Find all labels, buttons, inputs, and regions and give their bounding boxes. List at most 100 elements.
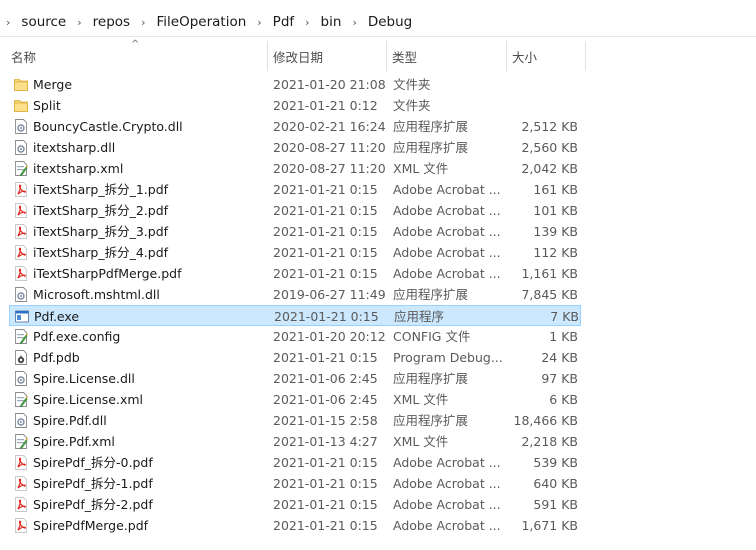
pdf-icon bbox=[14, 455, 28, 470]
breadcrumb-item-pdf[interactable]: Pdf bbox=[271, 14, 296, 30]
breadcrumb: › source › repos › FileOperation › Pdf ›… bbox=[0, 11, 756, 33]
chevron-right-icon[interactable]: › bbox=[0, 16, 19, 29]
breadcrumb-item-source[interactable]: source bbox=[19, 14, 68, 30]
file-row[interactable]: BouncyCastle.Crypto.dll 2020-02-21 16:24 应… bbox=[9, 116, 581, 137]
column-header-type-label: 类型 bbox=[392, 49, 418, 65]
file-size: 161 KB bbox=[533, 182, 578, 197]
file-type: Adobe Acrobat ... bbox=[393, 455, 501, 470]
file-date: 2021-01-21 0:15 bbox=[273, 182, 378, 197]
dll-icon bbox=[14, 371, 28, 386]
file-row[interactable]: itextsharp.dll 2020-08-27 11:20 应用程序扩展 2,56… bbox=[9, 137, 581, 158]
file-name: Split bbox=[33, 98, 61, 113]
file-row[interactable]: SpirePdf_拆分-1.pdf 2021-01-21 0:15 Adobe Ac… bbox=[9, 473, 581, 494]
column-header-name[interactable]: 名称 bbox=[6, 41, 268, 71]
chevron-right-icon[interactable]: › bbox=[296, 16, 318, 29]
file-type: 应用程序扩展 bbox=[393, 371, 469, 386]
file-date: 2021-01-20 21:08 bbox=[273, 77, 386, 92]
file-size: 640 KB bbox=[533, 476, 578, 491]
file-name: Spire.Pdf.xml bbox=[33, 434, 115, 449]
file-row[interactable]: SpirePdf_拆分-0.pdf 2021-01-21 0:15 Adobe Ac… bbox=[9, 452, 581, 473]
file-name: Pdf.exe.config bbox=[33, 329, 121, 344]
file-type: Adobe Acrobat ... bbox=[393, 224, 501, 239]
file-type: Program Debug... bbox=[393, 350, 503, 365]
chevron-right-icon[interactable]: › bbox=[68, 16, 90, 29]
breadcrumb-item-debug[interactable]: Debug bbox=[366, 14, 414, 30]
file-type: XML 文件 bbox=[393, 434, 449, 449]
dll-icon bbox=[14, 413, 28, 428]
file-row[interactable]: Pdf.exe.config 2021-01-20 20:12 CONFIG 文件 1… bbox=[9, 326, 581, 347]
file-row[interactable]: Spire.License.xml 2021-01-06 2:45 XML 文件 6 … bbox=[9, 389, 581, 410]
file-row[interactable]: Pdf.pdb 2021-01-21 0:15 Program Debug... 24… bbox=[9, 347, 581, 368]
file-row[interactable]: itextsharp.xml 2020-08-27 11:20 XML 文件 2,04… bbox=[9, 158, 581, 179]
file-type: 应用程序扩展 bbox=[393, 140, 469, 155]
file-size: 18,466 KB bbox=[513, 413, 578, 428]
file-row[interactable]: SpirePdf_拆分-2.pdf 2021-01-21 0:15 Adobe Ac… bbox=[9, 494, 581, 515]
file-row[interactable]: SpirePdfMerge.pdf 2021-01-21 0:15 Adobe Ac… bbox=[9, 515, 581, 536]
file-date: 2020-02-21 16:24 bbox=[273, 119, 386, 134]
file-row[interactable]: Split 2021-01-21 0:12 文件夹 bbox=[9, 95, 581, 116]
file-row[interactable]: iTextSharp_拆分_3.pdf 2021-01-21 0:15 Adobe … bbox=[9, 221, 581, 242]
column-header-size[interactable]: 大小 bbox=[507, 41, 585, 71]
file-name: SpirePdf_拆分-1.pdf bbox=[33, 476, 153, 491]
pdf-icon bbox=[14, 497, 28, 512]
file-row[interactable]: iTextSharp_拆分_1.pdf 2021-01-21 0:15 Adobe … bbox=[9, 179, 581, 200]
file-date: 2021-01-20 20:12 bbox=[273, 329, 386, 344]
file-date: 2021-01-15 2:58 bbox=[273, 413, 378, 428]
column-divider[interactable] bbox=[585, 41, 586, 71]
file-row[interactable]: Spire.Pdf.dll 2021-01-15 2:58 应用程序扩展 18,466… bbox=[9, 410, 581, 431]
file-date: 2020-08-27 11:20 bbox=[273, 161, 386, 176]
file-size: 112 KB bbox=[533, 245, 578, 260]
file-name: iTextSharp_拆分_3.pdf bbox=[33, 224, 169, 239]
file-size: 7 KB bbox=[550, 309, 579, 324]
file-date: 2021-01-21 0:15 bbox=[273, 245, 378, 260]
file-row[interactable]: Microsoft.mshtml.dll 2019-06-27 11:49 应用程序… bbox=[9, 284, 581, 305]
file-size: 539 KB bbox=[533, 455, 578, 470]
dll-icon bbox=[14, 287, 28, 302]
file-name: iTextSharpPdfMerge.pdf bbox=[33, 266, 182, 281]
file-date: 2021-01-06 2:45 bbox=[273, 392, 378, 407]
file-name: Pdf.exe bbox=[34, 309, 80, 324]
xml-icon bbox=[14, 161, 28, 177]
file-type: Adobe Acrobat ... bbox=[393, 518, 501, 533]
dll-icon bbox=[14, 119, 28, 134]
file-type: 应用程序扩展 bbox=[393, 413, 469, 428]
file-type: Adobe Acrobat ... bbox=[393, 245, 501, 260]
file-row[interactable]: Merge 2021-01-20 21:08 文件夹 bbox=[9, 74, 581, 95]
column-header-date-label: 修改日期 bbox=[273, 49, 324, 65]
file-size: 7,845 KB bbox=[521, 287, 578, 302]
file-type: Adobe Acrobat ... bbox=[393, 266, 501, 281]
file-date: 2021-01-21 0:15 bbox=[273, 497, 378, 512]
column-header-size-label: 大小 bbox=[512, 49, 538, 65]
chevron-right-icon[interactable]: › bbox=[132, 16, 154, 29]
file-size: 591 KB bbox=[533, 497, 578, 512]
breadcrumb-item-bin[interactable]: bin bbox=[319, 14, 344, 30]
file-name: itextsharp.dll bbox=[33, 140, 116, 155]
file-row[interactable]: iTextSharp_拆分_4.pdf 2021-01-21 0:15 Adobe … bbox=[9, 242, 581, 263]
breadcrumb-item-fileoperation[interactable]: FileOperation bbox=[154, 14, 248, 30]
file-row[interactable]: iTextSharpPdfMerge.pdf 2021-01-21 0:15 Ado… bbox=[9, 263, 581, 284]
chevron-right-icon[interactable]: › bbox=[343, 16, 365, 29]
file-row[interactable]: Spire.Pdf.xml 2021-01-13 4:27 XML 文件 2,218 … bbox=[9, 431, 581, 452]
file-size: 1,671 KB bbox=[521, 518, 578, 533]
column-header-type[interactable]: 类型 bbox=[387, 41, 506, 71]
file-name: Microsoft.mshtml.dll bbox=[33, 287, 160, 302]
file-row[interactable]: Spire.License.dll 2021-01-06 2:45 应用程序扩展 97… bbox=[9, 368, 581, 389]
column-header-date[interactable]: 修改日期 bbox=[268, 41, 386, 71]
pdf-icon bbox=[14, 182, 28, 197]
file-date: 2021-01-21 0:12 bbox=[273, 98, 378, 113]
breadcrumb-item-repos[interactable]: repos bbox=[91, 14, 132, 30]
file-type: XML 文件 bbox=[393, 392, 449, 407]
file-name: iTextSharp_拆分_4.pdf bbox=[33, 245, 169, 260]
file-type: Adobe Acrobat ... bbox=[393, 182, 501, 197]
config-icon bbox=[14, 329, 28, 345]
chevron-right-icon[interactable]: › bbox=[248, 16, 270, 29]
file-date: 2021-01-21 0:15 bbox=[273, 518, 378, 533]
column-header-name-label: 名称 bbox=[11, 49, 37, 65]
file-date: 2021-01-13 4:27 bbox=[273, 434, 378, 449]
file-date: 2020-08-27 11:20 bbox=[273, 140, 386, 155]
file-row[interactable]: iTextSharp_拆分_2.pdf 2021-01-21 0:15 Adobe … bbox=[9, 200, 581, 221]
address-bar-divider bbox=[0, 36, 756, 37]
file-size: 1 KB bbox=[549, 329, 578, 344]
file-row[interactable]: Pdf.exe 2021-01-21 0:15 应用程序 7 KB bbox=[9, 305, 581, 326]
file-name: itextsharp.xml bbox=[33, 161, 124, 176]
